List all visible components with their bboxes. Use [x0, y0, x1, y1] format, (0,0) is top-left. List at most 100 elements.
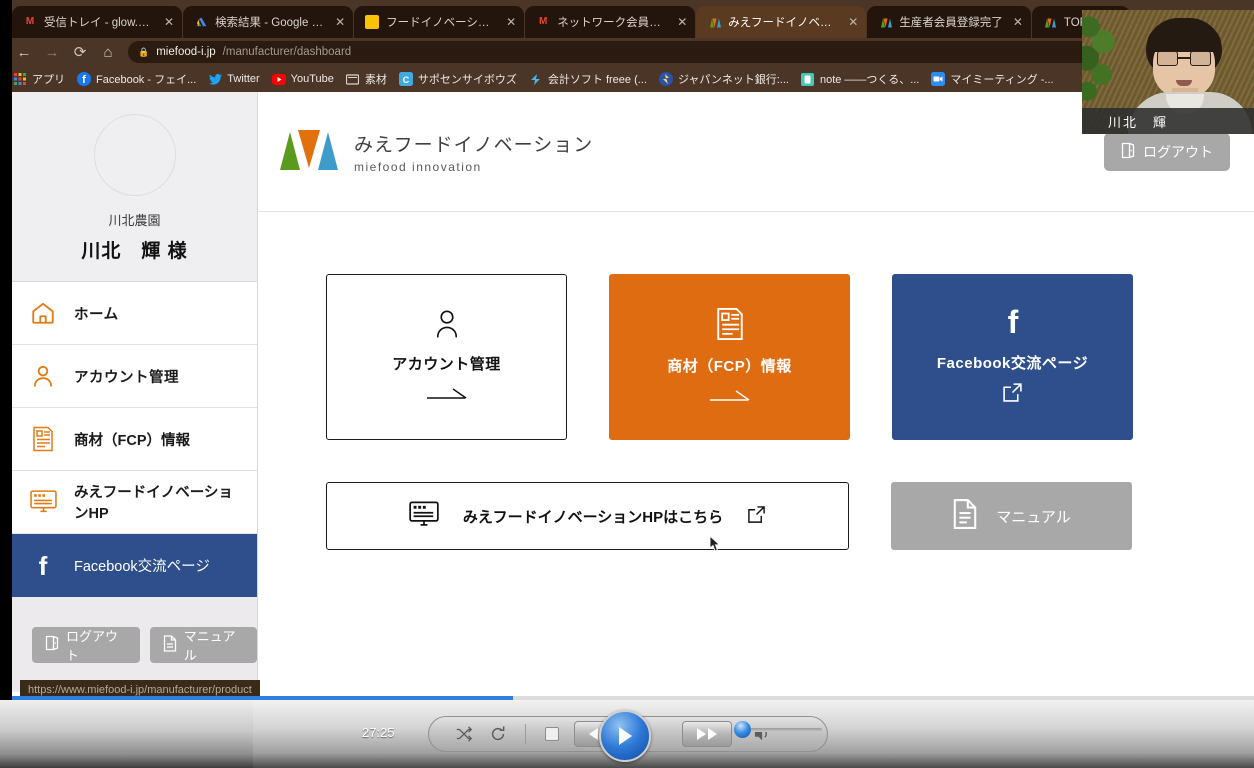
tab-strip: M 受信トレイ - glow.with ✕ 検索結果 - Google ドラ ✕…	[0, 0, 1254, 38]
brand: みえフードイノベーション miefood innovation	[278, 126, 593, 177]
stop-button[interactable]	[544, 726, 560, 742]
google-drive-icon	[194, 15, 208, 29]
bookmark-japannet[interactable]: ジャパンネット銀行:...	[656, 71, 798, 87]
tab-close-icon[interactable]: ✕	[335, 15, 345, 29]
miefood-triangles-logo	[278, 126, 340, 177]
youtube-icon	[271, 72, 286, 86]
dashboard-secondary-row: みえフードイノベーションHPはこちら マニュアル	[326, 482, 1254, 550]
brand-subtitle: miefood innovation	[354, 159, 482, 174]
browser-tab[interactable]: フードイノベーション研 ✕	[354, 6, 525, 38]
facebook-icon: f	[26, 553, 60, 579]
sidebar-item-account[interactable]: アカウント管理	[12, 345, 257, 408]
loop-button[interactable]	[489, 725, 507, 743]
facebook-f-icon: f	[1003, 304, 1023, 343]
left-letterbox	[0, 0, 12, 768]
brand-title: みえフードイノベーション	[354, 134, 594, 156]
volume-slider[interactable]	[734, 721, 822, 738]
japannet-icon	[658, 72, 673, 86]
forward-button[interactable]	[682, 721, 732, 747]
browser-tab[interactable]: 生産者会員登録完了 ✕	[867, 6, 1031, 38]
tab-close-icon[interactable]: ✕	[1013, 15, 1023, 29]
bookmark-label: Facebook - フェイ...	[96, 74, 197, 86]
manual-label: マニュアル	[996, 508, 1071, 526]
bookmark-label: ジャパンネット銀行:...	[677, 74, 789, 86]
sidebar-item-facebook[interactable]: f Facebook交流ページ	[12, 534, 257, 597]
bookmark-label: マイミーティング -...	[950, 74, 1054, 86]
bookmark-youtube[interactable]: YouTube	[269, 72, 343, 86]
tile-label: 商材（FCP）情報	[667, 358, 792, 375]
sidebar-item-label: 商材（FCP）情報	[74, 432, 190, 449]
sidebar-manual-button[interactable]: マニュアル	[149, 626, 257, 663]
lock-icon: 🔒	[138, 46, 150, 57]
home-button[interactable]: ⌂	[94, 40, 122, 64]
browser-toolbar: ← → ⟳ ⌂ 🔒 miefood-i.jp /manufacturer/das…	[0, 38, 1254, 66]
home-icon	[26, 300, 60, 326]
bookmark-cybozu[interactable]: C サポセンサイボウズ	[396, 71, 526, 87]
browser-tab-active[interactable]: みえフードイノベーショ ✕	[696, 6, 867, 38]
tab-close-icon[interactable]: ✕	[677, 15, 687, 29]
sidebar-item-fcp[interactable]: 商材（FCP）情報	[12, 408, 257, 471]
logout-door-icon	[45, 635, 59, 654]
bookmarks-bar: アプリ f Facebook - フェイ... Twitter YouTube	[0, 66, 1254, 92]
screen-root: M 受信トレイ - glow.with ✕ 検索結果 - Google ドラ ✕…	[0, 0, 1254, 768]
tile-fcp-information[interactable]: 商材（FCP）情報	[609, 274, 850, 440]
external-link-icon	[747, 505, 766, 528]
tile-facebook-page[interactable]: f Facebook交流ページ	[892, 274, 1133, 440]
user-name: 川北 輝 様	[81, 241, 188, 262]
person-hair-front	[1147, 26, 1221, 52]
back-button[interactable]: ←	[10, 40, 38, 64]
shuffle-button[interactable]	[455, 725, 473, 743]
browser-tab[interactable]: M 受信トレイ - glow.with ✕	[12, 6, 183, 38]
browser-tab[interactable]: 検索結果 - Google ドラ ✕	[183, 6, 354, 38]
tab-close-icon[interactable]: ✕	[164, 15, 174, 29]
bookmark-twitter[interactable]: Twitter	[205, 72, 268, 86]
tab-close-icon[interactable]: ✕	[506, 15, 516, 29]
bookmark-folder[interactable]: 素材	[343, 71, 396, 87]
monitor-icon	[409, 501, 439, 532]
tab-close-icon[interactable]: ✕	[848, 15, 858, 29]
svg-text:f: f	[82, 74, 86, 86]
tile-account-management[interactable]: アカウント管理	[326, 274, 567, 440]
sidebar-item-hp[interactable]: みえフードイノベーションHP	[12, 471, 257, 534]
bookmark-label: YouTube	[290, 73, 334, 85]
apps-grid-icon	[13, 72, 27, 86]
bookmark-note[interactable]: note ――つくる、...	[798, 71, 928, 87]
header-logout-button[interactable]: ログアウト	[1104, 132, 1230, 171]
arrow-right-icon	[708, 387, 752, 407]
logout-door-icon	[1121, 142, 1135, 162]
sidebar-item-label: ホーム	[74, 306, 119, 323]
sidebar-logout-button[interactable]: ログアウト	[32, 626, 140, 663]
play-button[interactable]	[599, 710, 651, 762]
player-bar-left-panel	[0, 700, 253, 768]
hp-link-label: みえフードイノベーションHPはこちら	[462, 508, 724, 526]
dashboard-content: アカウント管理 商材（FCP）情報 f Facebook交流ページ みえフードイ…	[258, 212, 1254, 550]
document-list-icon	[26, 426, 60, 452]
url-path: /manufacturer/dashboard	[222, 46, 352, 58]
sidebar-item-label: Facebook交流ページ	[74, 559, 210, 575]
reload-button[interactable]: ⟳	[66, 40, 94, 64]
browser-tab[interactable]: M ネットワーク会員登録あ ✕	[525, 6, 696, 38]
cybozu-icon: C	[398, 72, 413, 86]
bookmark-meeting[interactable]: マイミーティング -...	[928, 71, 1062, 87]
arrow-right-icon	[425, 385, 469, 405]
url-host: miefood-i.jp	[156, 46, 216, 58]
sidebar-item-home[interactable]: ホーム	[12, 282, 257, 345]
forward-button[interactable]: →	[38, 40, 66, 64]
volume-slider-knob[interactable]	[734, 721, 751, 738]
tab-title: 受信トレイ - glow.with	[44, 17, 154, 29]
manual-page-icon	[952, 498, 978, 534]
bookmark-freee[interactable]: 会計ソフト freee (...	[526, 71, 656, 87]
bookmark-facebook[interactable]: f Facebook - フェイ...	[74, 71, 205, 87]
hp-link-button[interactable]: みえフードイノベーションHPはこちら	[326, 482, 849, 550]
address-bar[interactable]: 🔒 miefood-i.jp /manufacturer/dashboard	[128, 41, 1225, 63]
person-icon	[433, 309, 461, 344]
twitter-icon	[208, 72, 222, 86]
bookmark-apps[interactable]: アプリ	[10, 71, 74, 87]
gmail-icon: M	[539, 16, 548, 27]
miefood-icon	[1043, 15, 1057, 29]
manual-button[interactable]: マニュアル	[891, 482, 1132, 550]
svg-text:C: C	[403, 75, 410, 85]
dashboard-tile-row: アカウント管理 商材（FCP）情報 f Facebook交流ページ	[326, 274, 1254, 440]
sidebar: 川北農園 川北 輝 様 ホーム アカウント管理 商材（FCP）情報 みえフードイ…	[12, 92, 258, 700]
bookmark-label: サポセンサイボウズ	[417, 74, 517, 86]
